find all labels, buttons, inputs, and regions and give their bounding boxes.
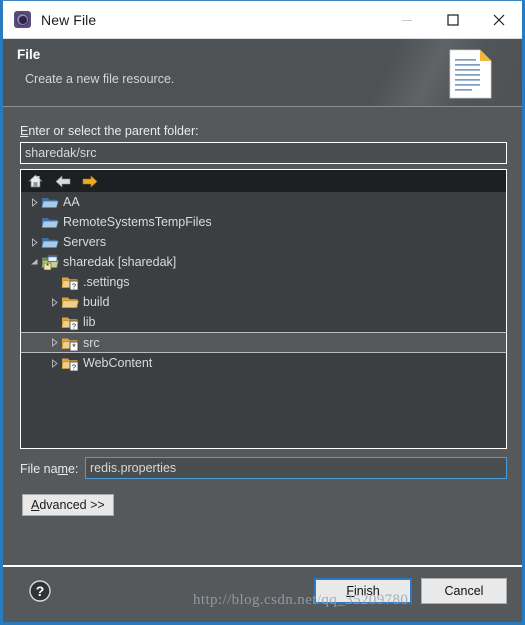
close-button[interactable]	[476, 1, 522, 38]
folder-blue-icon	[41, 218, 59, 228]
banner-title: File	[17, 47, 41, 62]
folder-yellow-icon: ?	[61, 358, 79, 372]
titlebar-buttons	[384, 1, 522, 38]
home-icon[interactable]	[27, 173, 44, 189]
folder-blue-icon	[41, 198, 59, 208]
advanced-button[interactable]: Advanced >>	[22, 494, 114, 516]
badge-asterisk: *	[43, 262, 52, 271]
chevron-right-icon	[51, 297, 58, 307]
file-name-input[interactable]	[85, 457, 507, 479]
folder-yellow-icon: ?	[61, 355, 79, 372]
dialog-body: Enter or select the parent folder: share…	[3, 107, 522, 553]
tree-row[interactable]: RemoteSystemsTempFiles	[21, 212, 506, 232]
wizard-header-banner: File Create a new file resource.	[3, 39, 522, 107]
file-name-label: File name:	[20, 462, 79, 476]
tree-row[interactable]: * sharedak [sharedak]	[21, 252, 506, 272]
tree-row-label: build	[83, 295, 110, 309]
tree-row[interactable]: build	[21, 292, 506, 312]
tree-row-label: .settings	[83, 275, 130, 289]
tree-twisty-collapsed[interactable]	[47, 358, 61, 368]
folder-yellow-icon: ?	[61, 314, 79, 331]
parent-folder-label: Enter or select the parent folder:	[20, 124, 199, 138]
folder-yellow-icon: *	[61, 335, 79, 352]
folder-yellow-icon: ?	[61, 277, 79, 291]
folder-blue-icon	[41, 214, 59, 230]
folder-blue-icon	[41, 238, 59, 248]
folder-tree[interactable]: AA RemoteSystemsTempFiles Servers * sharedak…	[20, 169, 507, 449]
chevron-right-icon	[51, 338, 58, 347]
new-file-document-icon	[449, 49, 492, 99]
tree-row-label: sharedak [sharedak]	[63, 255, 177, 269]
cancel-button[interactable]: Cancel	[421, 578, 507, 604]
tree-row-label: WebContent	[83, 356, 153, 370]
parent-folder-input[interactable]	[20, 142, 507, 164]
tree-row[interactable]: * src	[21, 332, 506, 353]
badge-asterisk: *	[69, 341, 79, 352]
maximize-icon	[447, 13, 459, 26]
chevron-right-icon	[51, 358, 58, 368]
folder-yellow-icon: ?	[61, 317, 79, 331]
minimize-button[interactable]	[384, 1, 430, 38]
folder-blue-icon	[41, 194, 59, 210]
tree-row[interactable]: ? WebContent	[21, 353, 506, 373]
tree-row-label: RemoteSystemsTempFiles	[63, 215, 212, 229]
svg-text:?: ?	[72, 322, 76, 330]
chevron-right-icon	[31, 197, 38, 207]
svg-text:*: *	[46, 262, 49, 270]
tree-row[interactable]: Servers	[21, 232, 506, 252]
tree-row-label: src	[83, 335, 100, 350]
svg-text:?: ?	[36, 583, 45, 599]
svg-text:?: ?	[72, 282, 76, 290]
badge-question: ?	[69, 280, 79, 291]
folder-yellow-icon: *	[61, 338, 79, 352]
window-title: New File	[41, 11, 97, 28]
tree-twisty-expanded[interactable]	[27, 258, 41, 267]
project-icon: *	[41, 255, 59, 271]
chevron-down-icon	[30, 258, 37, 264]
banner-description: Create a new file resource.	[25, 72, 175, 86]
tree-row-label: AA	[63, 195, 80, 209]
svg-text:?: ?	[72, 363, 76, 371]
tree-row-label: Servers	[63, 235, 107, 249]
svg-text:*: *	[72, 342, 76, 351]
tree-rows: AA RemoteSystemsTempFiles Servers * sharedak…	[21, 192, 506, 373]
badge-question: ?	[69, 320, 79, 331]
folder-yellow-icon: ?	[61, 274, 79, 291]
folder-yellow-icon	[61, 297, 79, 308]
badge-question: ?	[69, 361, 79, 372]
tree-row[interactable]: ? lib	[21, 312, 506, 332]
maximize-button[interactable]	[430, 1, 476, 38]
dialog-footer: ? Finish Cancel http://blog.csdn.net/qq_…	[3, 567, 522, 622]
titlebar: New File	[3, 1, 522, 39]
tree-twisty-collapsed[interactable]	[27, 197, 41, 207]
back-arrow-icon[interactable]	[54, 173, 71, 189]
watermark-text: http://blog.csdn.net/qq_35209780	[193, 592, 409, 608]
minimize-icon	[402, 19, 412, 21]
tree-row[interactable]: AA	[21, 192, 506, 212]
tree-twisty-collapsed[interactable]	[27, 237, 41, 247]
folder-yellow-icon	[61, 294, 79, 310]
close-icon	[493, 14, 505, 25]
tree-twisty-collapsed[interactable]	[47, 297, 61, 307]
tree-row[interactable]: ? .settings	[21, 272, 506, 292]
tree-row-label: lib	[83, 315, 96, 329]
help-icon[interactable]: ?	[29, 580, 51, 602]
project-icon: *	[41, 254, 59, 271]
forward-arrow-icon[interactable]	[81, 173, 98, 189]
folder-blue-icon	[41, 234, 59, 250]
new-file-dialog-window: New File File Create a new file resource…	[0, 0, 525, 625]
chevron-right-icon	[31, 237, 38, 247]
tree-twisty-collapsed[interactable]	[47, 338, 61, 347]
wizard-gear-icon	[14, 11, 31, 28]
tree-toolbar	[21, 170, 506, 192]
